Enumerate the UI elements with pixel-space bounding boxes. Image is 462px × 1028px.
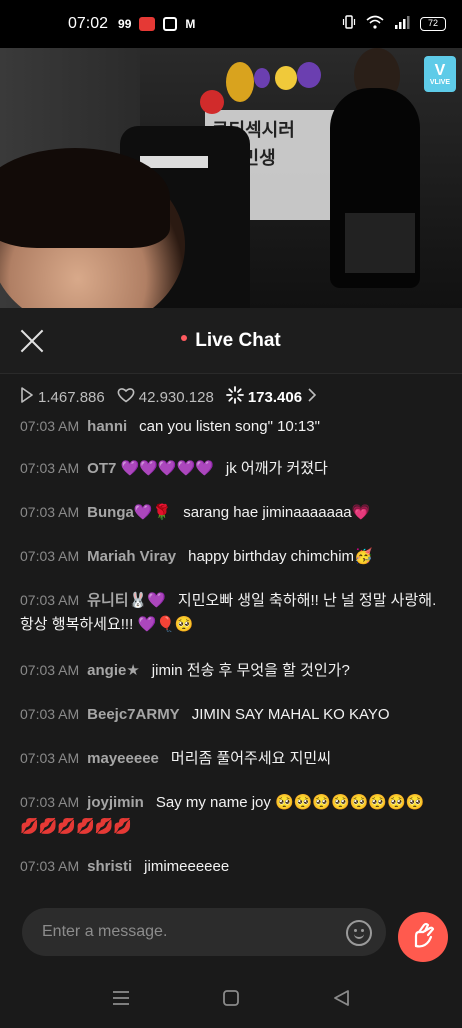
balloon <box>275 66 297 90</box>
message-user[interactable]: Mariah Viray <box>87 548 176 565</box>
status-bar: 07:02 99 M 72 <box>0 0 462 48</box>
vlive-logo-mark: V <box>434 61 446 79</box>
chat-message: 07:03 AM hanni can you listen song" 10:13" <box>20 414 440 439</box>
message-time: 07:03 AM <box>20 706 80 722</box>
app-notification-icon <box>163 17 178 31</box>
message-text: jimimeeeeee <box>144 858 230 875</box>
message-user[interactable]: OT7 💜💜💜💜💜 <box>87 460 214 477</box>
message-user[interactable]: Bunga💜🌹 <box>87 504 171 521</box>
message-composer <box>22 908 386 956</box>
system-icons: 72 <box>342 14 446 34</box>
chat-message: 07:03 AM shristi jimimeeeeee <box>20 854 440 879</box>
chat-message: 07:03 AM 유니티🐰💜 지민오빠 생일 축하해!! 난 널 정말 사랑해. 항… <box>20 588 440 637</box>
status-time: 07:02 <box>68 15 109 32</box>
notification-icons: 99 M <box>118 17 195 31</box>
message-time: 07:03 AM <box>20 858 80 874</box>
message-user[interactable]: joyjimin <box>87 794 144 811</box>
message-text: Say my name joy 🥺🥺🥺🥺🥺🥺🥺🥺💋💋💋💋💋💋 <box>20 794 425 835</box>
chat-message: 07:03 AM OT7 💜💜💜💜💜 jk 어깨가 커졌다 <box>20 456 440 481</box>
navigation-bar <box>0 968 462 1028</box>
balloon <box>254 68 270 88</box>
message-time: 07:03 AM <box>20 662 80 678</box>
heart-icon <box>117 387 135 407</box>
message-time: 07:03 AM <box>20 794 80 810</box>
live-chat-title: Live Chat <box>0 330 462 352</box>
message-user[interactable]: 유니티🐰💜 <box>87 592 166 609</box>
message-text: jk 어깨가 커졌다 <box>225 460 328 477</box>
balloon <box>200 90 224 114</box>
vlive-logo: V VLIVE <box>424 56 456 92</box>
play-count-value: 1.467.886 <box>38 388 105 406</box>
balloon <box>226 62 254 102</box>
chair-logo <box>140 156 208 168</box>
heart-count-value: 42.930.128 <box>138 388 214 406</box>
heart-count: 42.930.128 <box>117 387 214 407</box>
message-text: 머리좀 풀어주세요 지민씨 <box>170 750 332 767</box>
message-text: 지민오빠 생일 축하해!! 난 널 정말 사랑해. 항상 행복하세요!!! 💜🎈… <box>20 592 437 633</box>
message-time: 07:03 AM <box>20 418 80 434</box>
play-icon <box>20 387 34 407</box>
finger-heart-icon <box>408 920 438 955</box>
finger-heart-button[interactable] <box>398 912 448 962</box>
signal-icon <box>394 15 410 34</box>
message-input[interactable] <box>42 908 332 956</box>
chat-message: 07:03 AM angie★ jimin 전송 후 무엇을 할 것인가? <box>20 658 440 683</box>
chat-message: 07:03 AM Beejc7ARMY JIMIN SAY MAHAL KO KAY… <box>20 702 440 727</box>
message-time: 07:03 AM <box>20 592 80 608</box>
message-time: 07:03 AM <box>20 750 80 766</box>
battery-icon: 72 <box>420 17 446 31</box>
emoji-icon[interactable] <box>346 920 372 946</box>
message-time: 07:03 AM <box>20 460 80 476</box>
live-video[interactable]: 큐티섹시러 지민생 V VLIVE <box>0 48 462 308</box>
home-icon[interactable] <box>222 990 240 1011</box>
vlive-logo-text: VLIVE <box>429 78 451 86</box>
message-text: jimin 전송 후 무엇을 할 것인가? <box>151 662 350 679</box>
message-user[interactable]: mayeeeee <box>87 750 159 767</box>
message-user[interactable]: angie★ <box>87 662 140 679</box>
chat-message: 07:03 AM mayeeeee 머리좀 풀어주세요 지민씨 <box>20 746 440 771</box>
message-user[interactable]: shristi <box>87 858 132 875</box>
message-text: JIMIN SAY MAHAL KO KAYO <box>191 706 390 723</box>
viewer-count-value: 173.406 <box>247 388 303 406</box>
message-user[interactable]: Beejc7ARMY <box>87 706 180 723</box>
wifi-icon <box>366 15 384 34</box>
person-hair <box>0 148 170 248</box>
chat-message: 07:03 AM Bunga💜🌹 sarang hae jiminaaaaaaa💗 <box>20 500 440 525</box>
youtube-icon <box>139 17 156 31</box>
chat-message: 07:03 AM joyjimin Say my name joy 🥺🥺🥺🥺🥺🥺🥺🥺… <box>20 790 440 839</box>
back-icon[interactable] <box>332 990 350 1011</box>
vibrate-icon <box>342 14 356 34</box>
message-text: can you listen song" 10:13" <box>139 418 320 435</box>
live-dot-icon <box>181 334 188 341</box>
balloon <box>297 62 321 88</box>
chat-message-list[interactable]: 07:03 AM hanni can you listen song" 10:13"… <box>0 412 462 892</box>
stats-bar[interactable]: 1.467.886 42.930.128 173.406 <box>20 386 328 408</box>
message-text: sarang hae jiminaaaaaaa💗 <box>183 504 371 521</box>
menu-icon[interactable] <box>112 990 130 1011</box>
gmail-icon: M <box>185 17 196 31</box>
play-count: 1.467.886 <box>20 387 105 407</box>
message-text: happy birthday chimchim🥳 <box>188 548 373 565</box>
notification-99-icon: 99 <box>118 17 132 31</box>
chat-header: Live Chat <box>0 308 462 374</box>
chat-message: 07:03 AM Mariah Viray happy birthday chimc… <box>20 544 440 569</box>
sparkle-icon <box>225 386 244 408</box>
live-chat-title-text: Live Chat <box>195 330 281 351</box>
person-legs <box>345 213 415 273</box>
viewer-count[interactable]: 173.406 <box>225 386 317 408</box>
message-user[interactable]: hanni <box>87 418 127 435</box>
message-time: 07:03 AM <box>20 548 80 564</box>
chevron-right-icon <box>308 388 317 406</box>
message-time: 07:03 AM <box>20 504 80 520</box>
